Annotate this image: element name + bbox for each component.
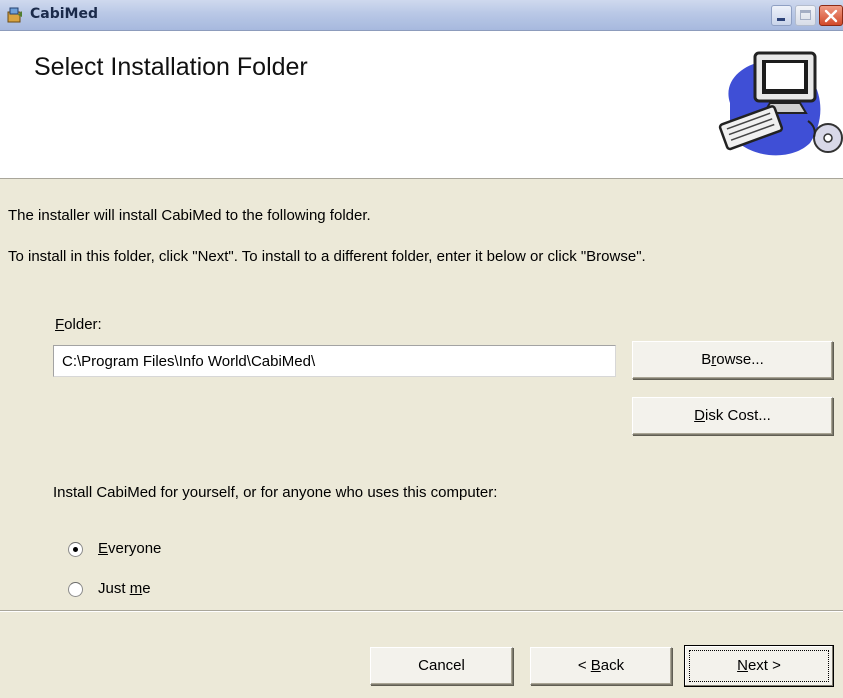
page-title: Select Installation Folder [34, 53, 308, 81]
installer-icon [7, 7, 22, 23]
folder-label: Folder: [55, 316, 102, 333]
footer-divider [0, 610, 843, 612]
folder-path-input[interactable] [53, 345, 616, 377]
title-bar[interactable]: CabiMed [0, 0, 843, 31]
installer-window: CabiMed Select Installation Folder The i… [0, 0, 843, 698]
cancel-button[interactable]: Cancel [370, 647, 513, 685]
disk-cost-button[interactable]: Disk Cost... [632, 397, 833, 435]
computer-cd-illustration [718, 51, 843, 156]
radio-button[interactable] [68, 542, 83, 557]
install-for-prompt: Install CabiMed for yourself, or for any… [53, 484, 498, 501]
header-banner: Select Installation Folder [0, 31, 843, 179]
close-icon [824, 9, 838, 23]
instruction-text: To install in this folder, click "Next".… [8, 248, 646, 265]
radio-label: Just me [98, 580, 151, 597]
browse-button[interactable]: Browse... [632, 341, 833, 379]
intro-text: The installer will install CabiMed to th… [8, 207, 371, 224]
minimize-button[interactable] [771, 5, 792, 26]
radio-selected-dot [73, 547, 78, 552]
radio-button[interactable] [68, 582, 83, 597]
close-button[interactable] [819, 5, 843, 26]
window-title: CabiMed [30, 6, 98, 22]
focus-rect [689, 650, 829, 682]
radio-label: Everyone [98, 540, 162, 557]
back-button[interactable]: < Back [530, 647, 672, 685]
next-button[interactable]: Next > [684, 645, 834, 687]
maximize-button[interactable] [795, 5, 816, 26]
